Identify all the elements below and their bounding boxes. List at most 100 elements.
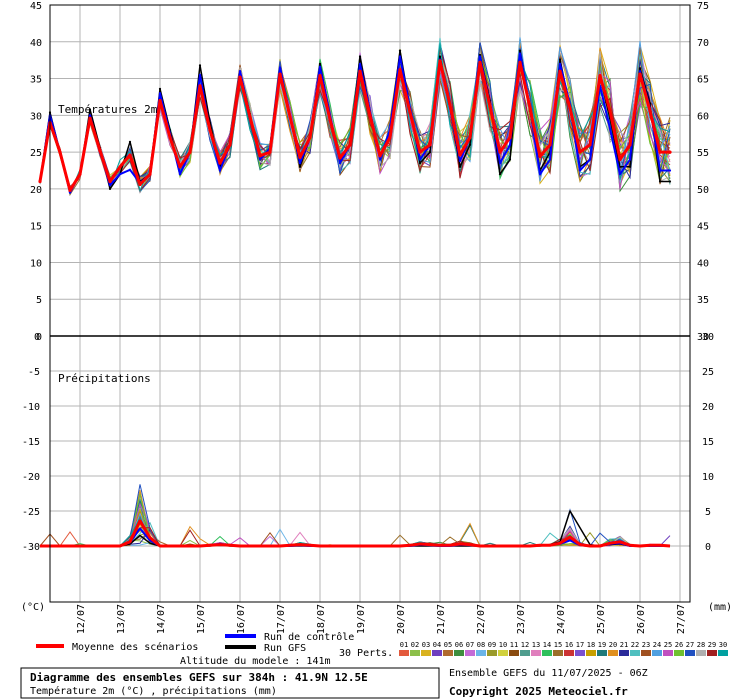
- temp-gfs-point: [628, 165, 632, 168]
- temp-mean-point: [638, 72, 642, 76]
- ens-number: 19: [598, 641, 606, 649]
- temp-mean-point: [588, 143, 592, 147]
- ens-number: 14: [543, 641, 551, 649]
- footer-title: Diagramme des ensembles GEFS sur 384h : …: [30, 671, 368, 684]
- temp-mean-point: [108, 179, 112, 184]
- temp-y-tick-left: 15: [30, 222, 42, 233]
- footer-subtitle: Température 2m (°C) , précipitations (mm…: [30, 685, 277, 697]
- temp-control-point: [508, 143, 512, 146]
- ens-color-swatch: [608, 650, 618, 656]
- ens-number: 18: [587, 641, 595, 649]
- temp-mean-point: [128, 153, 132, 157]
- ens-number: 24: [653, 641, 661, 649]
- copyright-label: Copyright 2025 Meteociel.fr: [449, 685, 628, 698]
- ens-number: 12: [521, 641, 529, 649]
- ens-color-swatch: [663, 650, 673, 656]
- temp-mean-point: [418, 150, 422, 154]
- precip-y-tick-left: -15: [22, 437, 40, 448]
- x-date-label: 20/07: [396, 604, 407, 634]
- ens-color-swatch: [520, 650, 530, 656]
- temp-gfs-point: [518, 49, 522, 52]
- ens-color-swatch: [652, 650, 662, 656]
- ens-number: 20: [609, 641, 617, 649]
- temp-mean-point: [388, 135, 392, 139]
- temp-control-point: [668, 169, 672, 172]
- x-date-label: 15/07: [196, 604, 207, 634]
- temp-mean-point: [318, 74, 322, 78]
- precip-y-tick-right: 5: [705, 507, 711, 518]
- x-date-label: 19/07: [356, 604, 367, 634]
- ens-color-swatch: [531, 650, 541, 656]
- ens-color-swatch: [410, 650, 420, 656]
- temp-control-point: [378, 158, 382, 161]
- temp-control-point: [628, 158, 632, 161]
- temp-mean-point: [198, 84, 202, 88]
- ens-color-swatch: [630, 650, 640, 656]
- temp-y-tick-left: 25: [30, 148, 42, 159]
- temp-control-point: [498, 162, 502, 165]
- temp-gfs-point: [158, 87, 162, 90]
- temp-mean-point: [138, 182, 142, 187]
- temp-mean-point: [548, 143, 552, 147]
- ens-color-swatch: [465, 650, 475, 656]
- temp-gfs-point: [128, 140, 132, 143]
- temp-y-tick-right: 35: [697, 295, 709, 306]
- temp-mean-point: [488, 104, 492, 109]
- ens-number: 03: [422, 641, 430, 649]
- temp-control-point: [238, 70, 242, 73]
- temp-control-point: [128, 168, 132, 171]
- temp-control-point: [588, 158, 592, 161]
- precip-y-tick-left: -20: [22, 472, 40, 483]
- temp-y-tick-right: 50: [697, 185, 709, 196]
- temp-mean-point: [428, 143, 432, 147]
- ens-color-swatch: [641, 650, 651, 656]
- temp-control-point: [538, 173, 542, 176]
- temp-mean-point: [498, 150, 502, 154]
- temp-control-point: [618, 173, 622, 176]
- temp-y-tick-right: 60: [697, 111, 709, 122]
- temp-control-point: [178, 173, 182, 176]
- temp-y-tick-right: 70: [697, 38, 709, 49]
- x-date-label: 18/07: [316, 604, 327, 634]
- temp-mean-point: [38, 179, 42, 184]
- precip-y-tick-right: 25: [702, 367, 714, 378]
- temp-control-point: [278, 66, 282, 69]
- temp-gfs-point: [198, 64, 202, 67]
- temp-mean-point: [58, 150, 62, 154]
- ens-number: 13: [532, 641, 540, 649]
- temp-gfs-point: [108, 187, 112, 190]
- x-date-label: 21/07: [436, 604, 447, 634]
- ens-color-swatch: [564, 650, 574, 656]
- ens-color-swatch: [586, 650, 596, 656]
- temp-mean-point: [68, 188, 72, 192]
- temp-control-point: [558, 62, 562, 65]
- ens-color-swatch: [399, 650, 409, 656]
- ens-color-swatch: [542, 650, 552, 656]
- x-date-label: 23/07: [516, 604, 527, 634]
- ens-number: 23: [642, 641, 650, 649]
- temp-mean-point: [208, 128, 212, 132]
- x-date-label: 24/07: [556, 604, 567, 634]
- temp-gfs-point: [428, 151, 432, 154]
- ens-number: 06: [455, 641, 463, 649]
- altitude-label: Altitude du modele : 141m: [180, 656, 331, 667]
- precip-y-tick-right: 10: [702, 472, 714, 483]
- ens-number: 15: [554, 641, 562, 649]
- temp-mean-point: [148, 172, 152, 176]
- ens-number: 16: [565, 641, 573, 649]
- temp-mean-point: [278, 72, 282, 76]
- temp-mean-point: [448, 103, 452, 107]
- ens-color-swatch: [696, 650, 706, 656]
- temp-gfs-point: [668, 180, 672, 183]
- ens-color-swatch: [443, 650, 453, 656]
- ens-color-swatch: [619, 650, 629, 656]
- temp-mean-point: [98, 149, 102, 153]
- temp-y-tick-right: 75: [697, 1, 709, 12]
- temp-gfs-point: [358, 55, 362, 58]
- temp-gfs-point: [558, 58, 562, 61]
- temp-control-point: [518, 52, 522, 55]
- temp-y-tick-left: 20: [30, 185, 42, 196]
- precip-y-tick-left: -10: [22, 402, 40, 413]
- ens-number: 27: [686, 641, 694, 649]
- temp-mean-point: [478, 60, 482, 64]
